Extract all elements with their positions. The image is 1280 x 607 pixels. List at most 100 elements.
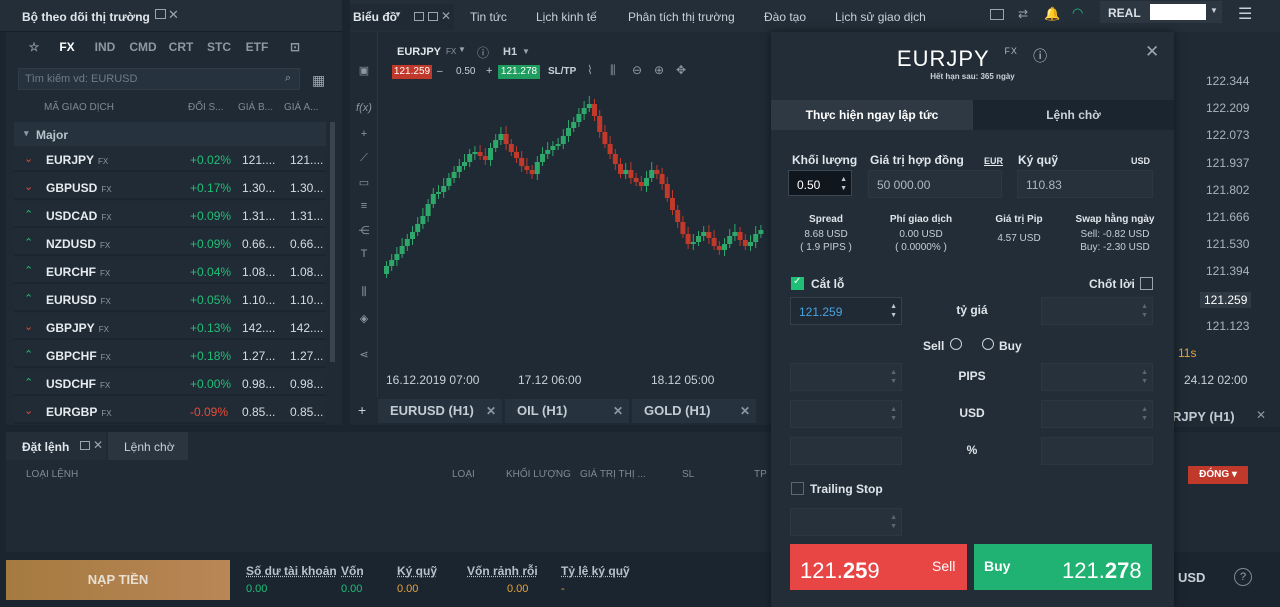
candlestick-chart[interactable] <box>378 74 772 364</box>
crosshair-icon[interactable]: ▣ <box>356 64 372 80</box>
bell-icon[interactable]: 🔔 <box>1044 6 1060 22</box>
chevron-down-icon[interactable]: ▼ <box>458 45 466 54</box>
tab-ind[interactable]: IND <box>86 40 124 54</box>
close-icon[interactable]: ✕ <box>613 404 623 418</box>
trailing-stop-checkbox[interactable] <box>791 482 804 495</box>
tab-pending-orders[interactable]: Lệnh chờ <box>108 432 188 460</box>
timeframe-selector[interactable]: H1 <box>503 46 517 58</box>
group-major[interactable]: ▾ Major <box>14 122 326 146</box>
watchlist-row[interactable]: ⌄ GBPUSD FX +0.17% 1.30... 1.30... <box>14 174 326 200</box>
close-icon[interactable]: ✕ <box>441 9 451 23</box>
search-icon[interactable]: ⌕ <box>285 72 291 85</box>
currency-label[interactable]: USD <box>1178 570 1205 585</box>
stop-loss-usd-input[interactable]: ▲ ▼ <box>790 400 902 428</box>
watchlist-row[interactable]: ⌄ GBPJPY FX +0.13% 142.... 142.... <box>14 314 326 340</box>
plus-icon[interactable]: + <box>356 128 372 144</box>
chart-tab-eurusd[interactable]: EURUSD (H1) ✕ <box>378 399 502 423</box>
close-icon[interactable]: ✕ <box>93 438 103 452</box>
maximize-icon[interactable] <box>80 441 90 450</box>
tab-crt[interactable]: CRT <box>162 40 200 54</box>
close-icon[interactable]: ✕ <box>740 404 750 418</box>
take-profit-pips-input[interactable]: ▲ ▼ <box>1041 363 1153 391</box>
tab-chart[interactable]: Biểu đồ ▼ ✕ <box>350 4 454 30</box>
buy-button[interactable]: Buy 121.278 <box>974 544 1152 590</box>
tab-stc[interactable]: STC <box>200 40 238 54</box>
nav-market-analysis[interactable]: Phân tích thị trường <box>628 10 735 24</box>
close-icon[interactable]: ✕ <box>1145 42 1159 62</box>
account-selector[interactable]: REAL ▼ <box>1100 1 1222 23</box>
trailing-stop-input[interactable]: ▲ ▼ <box>790 508 902 536</box>
stepper-icon[interactable]: ▲ ▼ <box>890 302 897 320</box>
close-icon[interactable]: ✕ <box>168 7 179 23</box>
col-bid[interactable]: GIÁ B... <box>238 102 273 113</box>
chevron-down-icon[interactable]: ▾ <box>24 128 29 139</box>
layers-icon[interactable]: ◈ <box>356 312 372 328</box>
transfer-icon[interactable]: ⇄ <box>1018 7 1028 21</box>
stop-loss-pips-input[interactable]: ▲ ▼ <box>790 363 902 391</box>
watchlist-row[interactable]: ⌃ NZDUSD FX +0.09% 0.66... 0.66... <box>14 230 326 256</box>
fibonacci-icon[interactable]: ≡ <box>356 200 372 216</box>
col-symbol[interactable]: MÃ GIAO DỊCH <box>44 102 114 113</box>
chart-tab-eurjpy[interactable]: RJPY (H1) <box>1172 409 1235 424</box>
nav-news[interactable]: Tin tức <box>470 10 507 24</box>
stop-loss-checkbox[interactable]: ✓ <box>791 276 804 290</box>
watchlist-row[interactable]: ⌃ USDCHF FX +0.00% 0.98... 0.98... <box>14 370 326 396</box>
watchlist-row[interactable]: ⌃ EURUSD FX +0.05% 1.10... 1.10... <box>14 286 326 312</box>
sell-radio[interactable] <box>950 338 962 350</box>
chart-tab-gold[interactable]: GOLD (H1) ✕ <box>632 399 756 423</box>
tab-etf[interactable]: ETF <box>238 40 276 54</box>
list-view-icon[interactable]: ▦ <box>312 72 325 89</box>
watchlist-row[interactable]: ⌄ EURGBP FX -0.09% 0.85... 0.85... <box>14 398 326 424</box>
close-icon[interactable]: ✕ <box>1256 408 1266 422</box>
watchlist-scrollbar[interactable] <box>330 122 335 362</box>
star-icon[interactable]: ☆ <box>20 40 48 54</box>
chart-symbol[interactable]: EURJPY <box>397 46 441 58</box>
info-icon[interactable]: ⓘ <box>1033 48 1048 64</box>
buy-radio[interactable] <box>982 338 994 350</box>
add-chart-icon[interactable]: + <box>358 402 366 418</box>
tab-pending-order[interactable]: Lệnh chờ <box>973 100 1174 130</box>
volume-input[interactable]: 0.50 ▲ ▼ <box>788 170 852 196</box>
sell-button[interactable]: 121.259 Sell <box>790 544 967 590</box>
maximize-icon[interactable] <box>428 12 438 21</box>
close-all-button[interactable]: ĐÓNG ▾ <box>1188 466 1248 484</box>
help-icon[interactable]: ? <box>1234 568 1252 586</box>
watchlist-row[interactable]: ⌄ EURJPY FX +0.02% 121.... 121.... <box>14 146 326 172</box>
watchlist-row[interactable]: ⌃ USDCAD FX +0.09% 1.31... 1.31... <box>14 202 326 228</box>
maximize-icon[interactable] <box>155 9 166 19</box>
line-icon[interactable]: ⟋ <box>356 152 372 168</box>
watchlist-row[interactable]: ⌃ EURCHF FX +0.04% 1.08... 1.08... <box>14 258 326 284</box>
watchlist-row[interactable]: ⌃ GBPCHF FX +0.18% 1.27... 1.27... <box>14 342 326 368</box>
chevron-down-icon[interactable]: ▼ <box>1210 6 1218 15</box>
col-change[interactable]: ĐỔI S... <box>188 102 224 113</box>
contract-currency[interactable]: EUR <box>984 156 1003 166</box>
nav-trade-history[interactable]: Lịch sử giao dịch <box>835 10 926 24</box>
text-icon[interactable]: T <box>356 248 372 264</box>
indicators-icon[interactable]: ⫼ <box>356 286 372 302</box>
chevron-down-icon[interactable]: ▼ <box>522 47 530 56</box>
tab-fx[interactable]: FX <box>48 40 86 54</box>
menu-icon[interactable]: ☰ <box>1238 4 1252 24</box>
chevron-down-icon[interactable]: ▼ <box>394 10 402 19</box>
rectangle-icon[interactable]: ▭ <box>356 176 372 192</box>
info-icon[interactable]: ⓘ <box>477 44 489 61</box>
col-ask[interactable]: GIÁ A... <box>284 102 318 113</box>
folder-icon[interactable]: ⊡ <box>276 40 314 54</box>
chart-tab-oil[interactable]: OIL (H1) ✕ <box>505 399 629 423</box>
share-icon[interactable]: ⋖ <box>356 348 372 364</box>
stop-loss-pct-input[interactable] <box>790 437 902 465</box>
close-icon[interactable]: ✕ <box>486 404 496 418</box>
take-profit-checkbox[interactable] <box>1140 277 1153 290</box>
tab-orders[interactable]: Đặt lệnh ✕ <box>6 432 106 460</box>
search-input[interactable]: Tìm kiếm vd: EURUSD ⌕ <box>18 68 300 90</box>
take-profit-pct-input[interactable] <box>1041 437 1153 465</box>
tab-instant-execution[interactable]: Thực hiện ngay lập tức <box>771 100 973 130</box>
function-icon[interactable]: f(x) <box>356 102 372 118</box>
nav-economic-calendar[interactable]: Lịch kinh tế <box>536 10 597 24</box>
popout-icon[interactable] <box>414 12 424 21</box>
chart-panel[interactable]: ▣ f(x) + ⟋ ▭ ≡ ⋲ T ⫼ ◈ ⋖ EURJPY FX ▼ ⓘ H… <box>350 32 772 397</box>
nav-education[interactable]: Đào tạo <box>764 10 806 24</box>
layout-icon[interactable] <box>990 9 1004 20</box>
deposit-button[interactable]: NẠP TIỀN <box>6 560 230 600</box>
tab-cmd[interactable]: CMD <box>124 40 162 54</box>
